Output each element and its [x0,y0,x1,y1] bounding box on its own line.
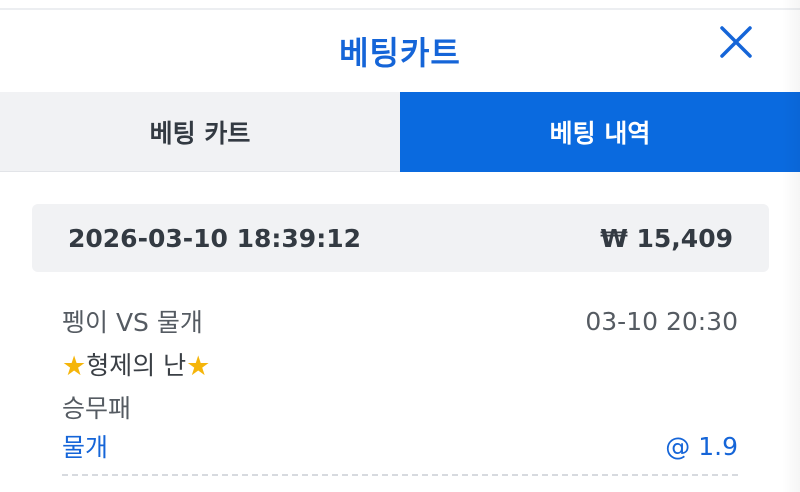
league-name-wrapper: ★형제의 난★ [62,346,210,382]
match-time: 03-10 20:30 [585,306,738,336]
bet-summary-header: 2026-03-10 18:39:12 ₩ 15,409 [32,204,769,272]
tab-bet-history[interactable]: 베팅 내역 [400,92,800,172]
bet-amount: ₩ 15,409 [600,223,733,253]
page-title: 베팅카트 [339,34,461,72]
close-icon [720,26,752,58]
star-icon: ★ [62,351,87,382]
league-row: ★형제의 난★ [62,345,738,383]
bet-datetime: 2026-03-10 18:39:12 [68,223,361,253]
market-type: 승무패 [62,394,132,423]
scroll-edge [782,0,800,492]
star-icon: ★ [186,351,211,382]
top-divider [0,0,800,10]
market-row: 승무패 [62,388,738,426]
tab-bet-cart[interactable]: 베팅 카트 [0,92,400,172]
pick-odds: @ 1.9 [665,431,738,461]
pick-row: 물개 @ 1.9 [62,427,738,465]
dashed-divider [62,474,738,476]
match-name: 펭이 VS 물개 [62,308,203,337]
tab-bar: 베팅 카트 베팅 내역 [0,92,800,172]
league-name: 형제의 난 [86,351,187,380]
match-row: 펭이 VS 물개 03-10 20:30 [62,302,738,340]
close-button[interactable] [716,22,756,62]
header: 베팅카트 [0,10,800,92]
pick-selection: 물개 [62,433,109,462]
